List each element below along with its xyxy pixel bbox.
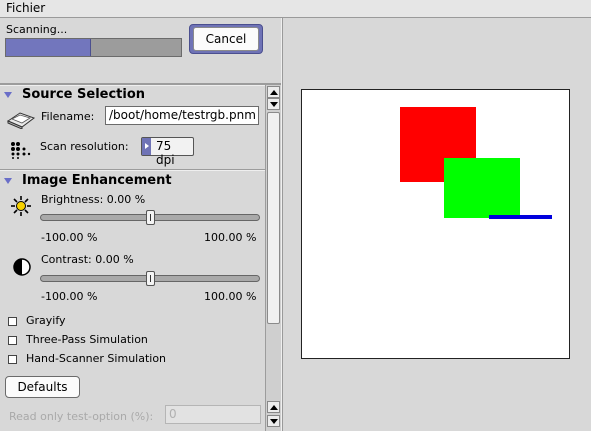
scroll-down-button[interactable] <box>267 415 280 427</box>
resolution-value: 75 dpi <box>156 139 175 167</box>
divider <box>0 83 281 86</box>
menu-fichier[interactable]: Fichier <box>6 1 45 15</box>
scan-preview <box>301 89 570 359</box>
resolution-dropdown[interactable]: 75 dpi <box>141 137 194 167</box>
contrast-label: Contrast: 0.00 % <box>41 253 134 266</box>
defaults-button[interactable]: Defaults <box>5 376 80 398</box>
hand-scanner-checkbox[interactable] <box>8 355 17 364</box>
scan-progress-bar <box>5 38 182 57</box>
section-title-source: Source Selection <box>22 87 146 102</box>
scrollbar-thumb[interactable] <box>267 112 280 324</box>
contrast-min-label: -100.00 % <box>41 290 98 303</box>
scroll-up-button[interactable] <box>267 401 280 413</box>
cancel-button-frame: Cancel <box>189 24 263 54</box>
arrow-down-icon <box>270 102 278 107</box>
scanner-icon <box>6 112 36 129</box>
dropdown-arrow-icon <box>142 138 151 155</box>
collapse-triangle-icon[interactable] <box>4 178 12 184</box>
settings-scrollbar[interactable] <box>265 85 281 431</box>
resolution-label: Scan resolution: <box>40 140 129 153</box>
brightness-slider-thumb[interactable] <box>146 210 155 225</box>
filename-label: Filename: <box>41 110 95 123</box>
hand-scanner-label: Hand-Scanner Simulation <box>26 352 167 365</box>
grayify-checkbox[interactable] <box>8 317 17 326</box>
menu-bar: Fichier <box>0 0 591 18</box>
scroll-down-button[interactable] <box>267 98 280 110</box>
three-pass-checkbox[interactable] <box>8 336 17 345</box>
preview-blue-line <box>489 215 552 219</box>
brightness-label: Brightness: 0.00 % <box>41 193 146 206</box>
collapse-triangle-icon[interactable] <box>4 92 12 98</box>
readonly-option-label: Read only test-option (%): <box>9 410 154 423</box>
brightness-max-label: 100.00 % <box>204 231 257 244</box>
settings-pane <box>0 18 281 431</box>
preview-image <box>400 107 552 219</box>
arrow-up-icon <box>270 405 278 410</box>
section-divider <box>0 169 265 171</box>
brightness-sun-icon <box>11 196 31 216</box>
scan-status-text: Scanning... <box>6 23 68 36</box>
contrast-slider-thumb[interactable] <box>146 271 155 286</box>
scroll-up-button[interactable] <box>267 86 280 98</box>
readonly-option-input: 0 <box>165 405 261 424</box>
cancel-button[interactable]: Cancel <box>193 27 259 51</box>
contrast-max-label: 100.00 % <box>204 290 257 303</box>
filename-input[interactable]: /boot/home/testrgb.pnm <box>105 106 259 125</box>
resolution-dots-icon <box>11 142 31 159</box>
contrast-icon <box>13 258 31 276</box>
preview-green-square <box>444 158 520 218</box>
arrow-up-icon <box>270 90 278 95</box>
arrow-down-icon <box>270 419 278 424</box>
section-title-enhancement: Image Enhancement <box>22 173 172 188</box>
brightness-min-label: -100.00 % <box>41 231 98 244</box>
three-pass-label: Three-Pass Simulation <box>26 333 148 346</box>
grayify-label: Grayify <box>26 314 66 327</box>
scan-progress-fill <box>6 39 91 56</box>
